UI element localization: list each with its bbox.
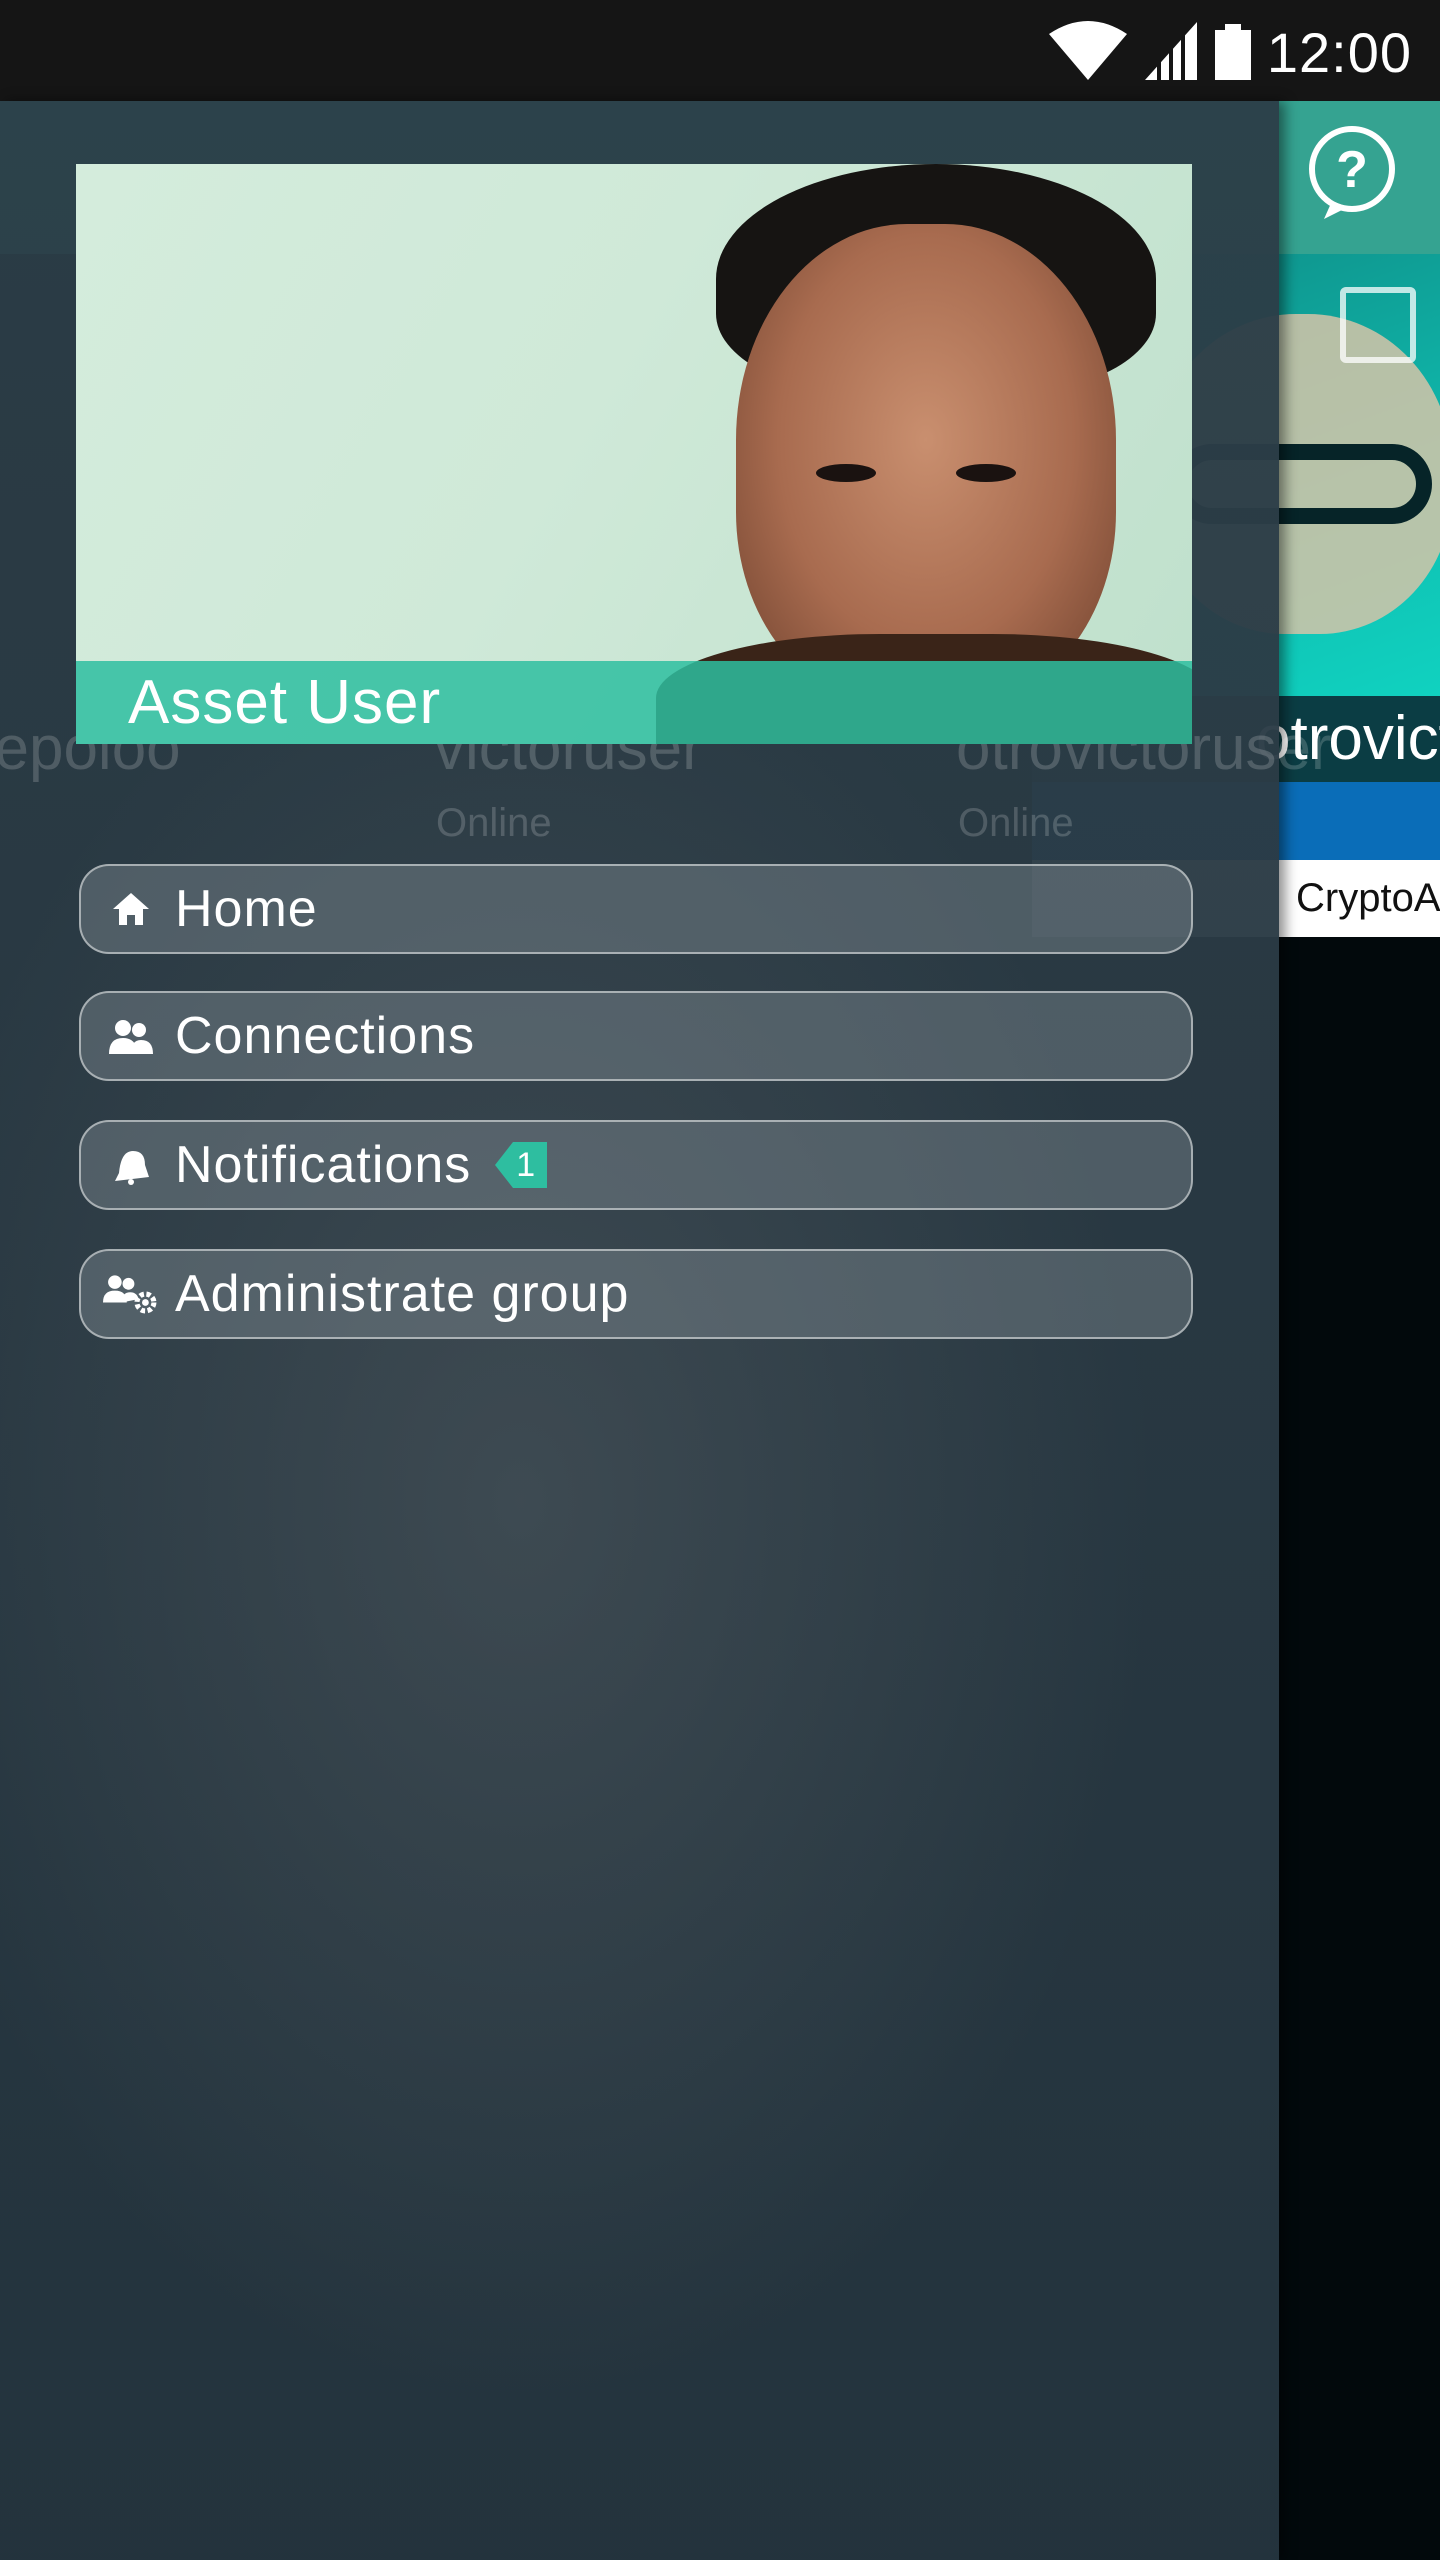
- menu-item-home[interactable]: Home: [79, 864, 1193, 954]
- notification-badge: 1: [495, 1142, 548, 1188]
- profile-photo: [736, 224, 1116, 704]
- select-checkbox[interactable]: [1340, 287, 1416, 363]
- users-gear-icon: [103, 1266, 159, 1322]
- menu-item-label: Notifications: [175, 1136, 472, 1194]
- ghost-card-status: Online: [958, 801, 1074, 845]
- notification-count: 1: [516, 1145, 537, 1184]
- battery-icon: [1213, 20, 1253, 87]
- profile-header[interactable]: Asset User: [76, 164, 1192, 744]
- menu-item-label: Connections: [175, 1007, 476, 1065]
- help-button[interactable]: ?: [1302, 123, 1402, 223]
- ghost-card-status: Online: [436, 801, 552, 845]
- menu-item-notifications[interactable]: Notifications 1: [79, 1120, 1193, 1210]
- menu-item-administrate-group[interactable]: Administrate group: [79, 1249, 1193, 1339]
- status-icons: 12:00: [1047, 20, 1412, 87]
- menu-item-label: Administrate group: [175, 1265, 630, 1323]
- menu-item-connections[interactable]: Connections: [79, 991, 1193, 1081]
- users-icon: [103, 1008, 159, 1064]
- profile-name: Asset User: [76, 661, 1192, 744]
- status-bar: 12:00: [0, 0, 1440, 101]
- bell-icon: [103, 1137, 159, 1193]
- cellular-signal-icon: [1143, 20, 1199, 87]
- question-bubble-icon: ?: [1309, 126, 1395, 219]
- svg-text:?: ?: [1336, 141, 1368, 199]
- status-time: 12:00: [1266, 21, 1412, 84]
- wifi-icon: [1047, 20, 1129, 87]
- navigation-drawer: pepoloo victoruser otrovictoruser Online…: [0, 101, 1332, 2560]
- menu-item-label: Home: [175, 880, 318, 938]
- home-icon: [103, 881, 159, 937]
